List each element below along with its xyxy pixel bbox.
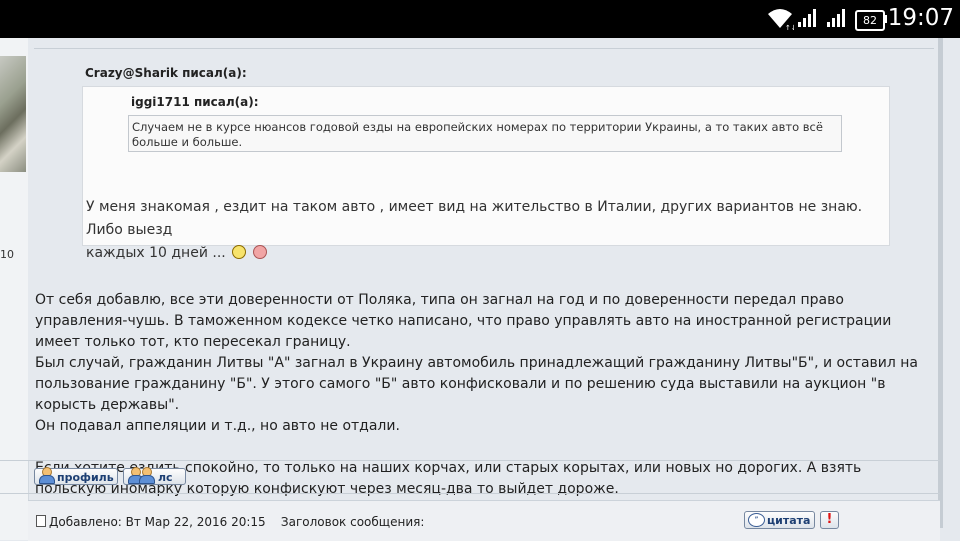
avatar[interactable]: [0, 56, 26, 172]
quote-button[interactable]: ” цитата: [744, 511, 815, 529]
pm-button-label: лс: [158, 471, 173, 484]
pm-button[interactable]: лс: [123, 466, 186, 485]
post-date: Добавлено: Вт Мар 22, 2016 20:15: [49, 515, 266, 529]
wifi-icon: ↑↓: [768, 9, 794, 30]
quote-author: Crazy@Sharik писал(а):: [85, 66, 247, 80]
scrollbar[interactable]: [938, 38, 943, 528]
divider: [0, 460, 940, 461]
post-paragraph: Он подавал аппеляции и т.д., но авто не …: [35, 418, 400, 434]
author-column: 10: [0, 38, 29, 540]
battery-icon: 82: [855, 10, 885, 31]
quote-reply-text: У меня знакомая , ездит на таком авто , …: [86, 196, 876, 265]
post-count-fragment: 10: [0, 248, 14, 261]
quote-reply-line: У меня знакомая , ездит на таком авто , …: [86, 199, 863, 238]
document-icon[interactable]: [36, 515, 46, 527]
divider: [0, 493, 940, 494]
svg-text:↑↓: ↑↓: [785, 24, 794, 30]
nested-quote-text: Случаем не в курсе нюансов годовой езды …: [128, 115, 842, 152]
quote-icon: ”: [748, 513, 765, 527]
sad-smiley-icon: [252, 245, 267, 259]
post-paragraph: От себя добавлю, все эти доверенности от…: [35, 292, 892, 350]
rolleyes-smiley-icon: [232, 245, 247, 259]
divider: [34, 48, 934, 49]
signal-icon: [798, 9, 816, 27]
quote-reply-line: каждых 10 дней ...: [86, 242, 876, 265]
post-meta: Добавлено: Вт Мар 22, 2016 20:15 Заголов…: [36, 515, 424, 529]
quote-button-label: цитата: [767, 514, 811, 527]
post-subject-label: Заголовок сообщения:: [280, 515, 425, 529]
quote-reply-line-end: каждых 10 дней ...: [86, 245, 226, 261]
battery-tip: [884, 15, 887, 23]
clock: 19:07: [887, 5, 954, 31]
profile-button[interactable]: профиль: [34, 466, 118, 485]
pm-icon: [127, 466, 157, 484]
status-bar: ↑↓ 82 19:07: [0, 0, 960, 38]
signal-icon: [827, 9, 845, 27]
profile-icon: [38, 466, 55, 484]
profile-button-label: профиль: [57, 471, 114, 484]
post-paragraph: Был случай, гражданин Литвы "А" загнал в…: [35, 355, 919, 413]
report-button[interactable]: !: [820, 511, 839, 529]
report-icon: !: [826, 512, 833, 527]
nested-quote-author: iggi1711 писал(а):: [131, 95, 259, 109]
